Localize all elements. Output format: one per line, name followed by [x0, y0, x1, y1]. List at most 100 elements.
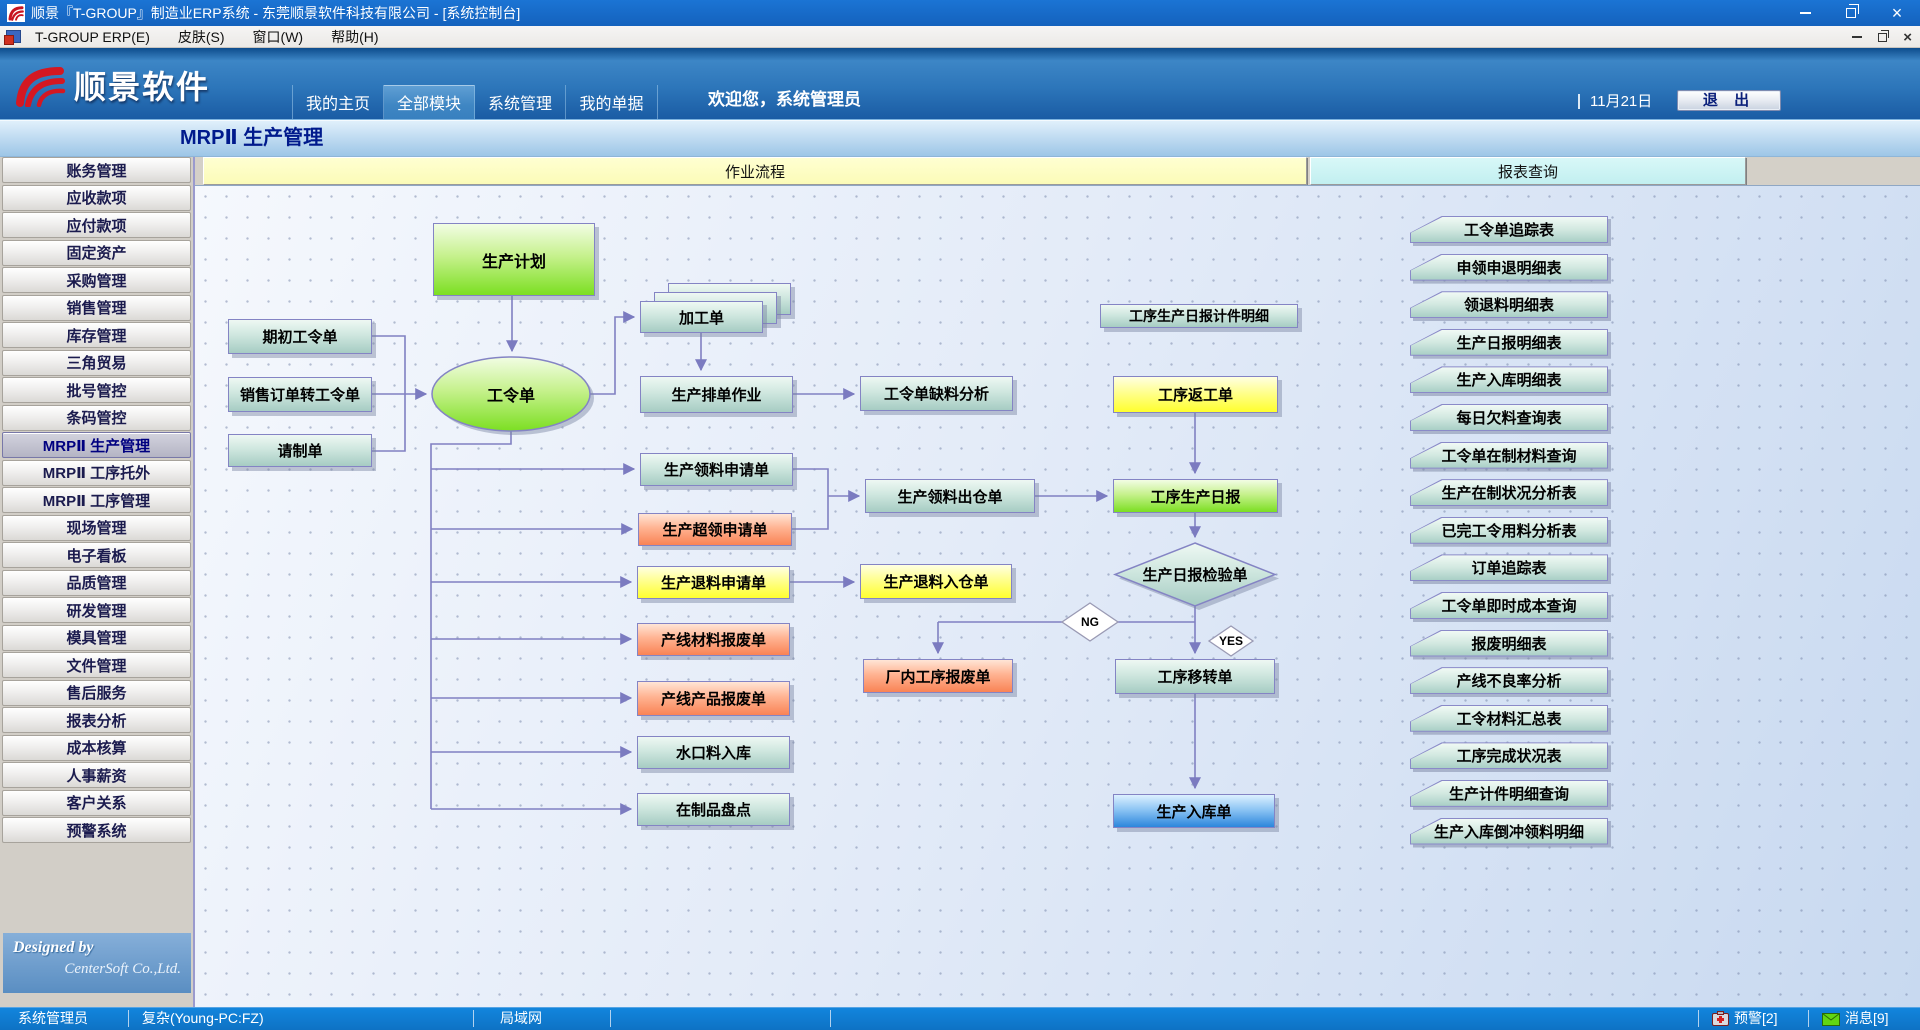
flow-node-factory-process-scrap[interactable]: 厂内工序报废单: [863, 659, 1013, 693]
report-button[interactable]: 工令材料汇总表: [1410, 705, 1608, 732]
close-icon[interactable]: ×: [1874, 0, 1920, 26]
report-button[interactable]: 工令单在制材料查询: [1410, 442, 1608, 469]
exit-button[interactable]: 退 出: [1677, 90, 1781, 111]
flow-node-shortage-analysis[interactable]: 工令单缺料分析: [860, 376, 1013, 411]
sidebar-item[interactable]: 三角贸易: [2, 350, 191, 376]
nav-tab[interactable]: 系统管理: [475, 85, 566, 119]
sidebar-item-label: 库存管理: [66, 325, 126, 346]
sidebar-item[interactable]: 售后服务: [2, 680, 191, 706]
nav-tab[interactable]: 全部模块: [384, 85, 475, 119]
report-button[interactable]: 工序完成状况表: [1410, 742, 1608, 769]
minimize-icon[interactable]: [1782, 0, 1828, 26]
sidebar-item[interactable]: 条码管控: [2, 405, 191, 431]
flow-node-nozzle-material-in[interactable]: 水口料入库: [637, 736, 790, 769]
report-button[interactable]: 报废明细表: [1410, 630, 1608, 657]
report-button[interactable]: 生产入库倒冲领料明细: [1410, 818, 1608, 845]
sidebar-item[interactable]: 应收款项: [2, 185, 191, 211]
sidebar-item-label: MRPⅡ 生产管理: [43, 435, 150, 456]
mdi-close-icon[interactable]: ×: [1903, 30, 1912, 45]
sidebar-item[interactable]: MRPⅡ 生产管理: [2, 432, 191, 458]
report-button[interactable]: 领退料明细表: [1410, 291, 1608, 318]
sidebar-item[interactable]: 库存管理: [2, 322, 191, 348]
nav-tab-label: 我的单据: [579, 90, 643, 114]
sidebar-item[interactable]: 批号管控: [2, 377, 191, 403]
sidebar-item-label: MRPⅡ 工序管理: [43, 490, 150, 511]
report-button[interactable]: 工令单即时成本查询: [1410, 592, 1608, 619]
flow-node-return-receipt[interactable]: 生产退料入仓单: [860, 564, 1012, 599]
sidebar-item[interactable]: 账务管理: [2, 157, 191, 183]
flow-node-production-plan[interactable]: 生产计划: [433, 223, 595, 296]
flow-node-line-material-scrap[interactable]: 产线材料报废单: [637, 623, 790, 656]
mdi-minimize-icon[interactable]: [1852, 36, 1862, 38]
flow-node-piecework-detail[interactable]: 工序生产日报计件明细: [1100, 304, 1298, 328]
report-button[interactable]: 已完工令用料分析表: [1410, 517, 1608, 544]
flow-node-wip-stocktake[interactable]: 在制品盘点: [637, 793, 790, 826]
menu-item[interactable]: 窗口(W): [239, 26, 318, 48]
report-button[interactable]: 产线不良率分析: [1410, 667, 1608, 694]
flow-node-material-issue[interactable]: 生产领料出仓单: [865, 479, 1035, 513]
sidebar-item[interactable]: 现场管理: [2, 515, 191, 541]
status-separator: [128, 1010, 129, 1027]
sidebar-item[interactable]: MRPⅡ 工序托外: [2, 460, 191, 486]
report-button[interactable]: 申领申退明细表: [1410, 254, 1608, 281]
status-separator: [1808, 1010, 1809, 1027]
flow-node-process-daily-report[interactable]: 工序生产日报: [1113, 479, 1278, 513]
report-button[interactable]: 生产计件明细查询: [1410, 780, 1608, 807]
flow-node-sales-order-to-work-order[interactable]: 销售订单转工令单: [228, 377, 372, 412]
flow-node-return-request[interactable]: 生产退料申请单: [637, 566, 790, 599]
nav-tab-label: 我的主页: [306, 90, 370, 114]
sidebar-item[interactable]: 文件管理: [2, 652, 191, 678]
company-text: CenterSoft Co.,Ltd.: [13, 961, 181, 978]
flow-node-process-transfer[interactable]: 工序移转单: [1115, 659, 1275, 694]
sidebar-item[interactable]: 人事薪资: [2, 762, 191, 788]
menu-item[interactable]: 皮肤(S): [164, 26, 239, 48]
sidebar-item[interactable]: 成本核算: [2, 735, 191, 761]
flow-node-material-request[interactable]: 生产领料申请单: [640, 453, 793, 486]
flow-node-work-order[interactable]: 工令单: [432, 357, 590, 431]
report-button-label: 订单追踪表: [1411, 555, 1607, 580]
report-button[interactable]: 每日欠料查询表: [1410, 404, 1608, 431]
sidebar-item[interactable]: 预警系统: [2, 817, 191, 843]
nav-tab[interactable]: 我的主页: [293, 85, 384, 119]
flow-node-production-receipt[interactable]: 生产入库单: [1113, 794, 1275, 828]
sidebar-item[interactable]: 品质管理: [2, 570, 191, 596]
sidebar-item[interactable]: 固定资产: [2, 240, 191, 266]
sidebar-item-label: MRPⅡ 工序托外: [43, 462, 150, 483]
report-button[interactable]: 生产在制状况分析表: [1410, 479, 1608, 506]
menu-item[interactable]: 帮助(H): [317, 26, 392, 48]
sidebar-item[interactable]: 电子看板: [2, 542, 191, 568]
flow-node-scheduling[interactable]: 生产排单作业: [640, 376, 793, 413]
status-alert[interactable]: 预警[2]: [1712, 1007, 1778, 1030]
report-button[interactable]: 生产入库明细表: [1410, 366, 1608, 393]
menu-item[interactable]: T-GROUP ERP(E): [21, 26, 164, 48]
report-button[interactable]: 订单追踪表: [1410, 554, 1608, 581]
flow-node-process-rework[interactable]: 工序返工单: [1113, 376, 1278, 413]
sidebar-item[interactable]: 应付款项: [2, 212, 191, 238]
flow-node-production-request[interactable]: 请制单: [228, 434, 372, 467]
flow-node-line-product-scrap[interactable]: 产线产品报废单: [637, 681, 790, 716]
brand-name: 顺景软件: [74, 62, 210, 108]
status-message[interactable]: 消息[9]: [1822, 1007, 1889, 1030]
flow-node-process-order[interactable]: 加工单: [640, 301, 763, 333]
report-button-label: 每日欠料查询表: [1411, 405, 1607, 430]
sidebar-item-label: 批号管控: [66, 380, 126, 401]
status-machine: 复杂(Young-PC:FZ): [142, 1007, 264, 1030]
nav-tab[interactable]: 我的单据: [566, 85, 657, 119]
sidebar-item[interactable]: MRPⅡ 工序管理: [2, 487, 191, 513]
sidebar-item[interactable]: 采购管理: [2, 267, 191, 293]
sidebar-item[interactable]: 研发管理: [2, 597, 191, 623]
flow-label-ng: NG: [1062, 603, 1118, 641]
sidebar-item-label: 成本核算: [66, 737, 126, 758]
sidebar-item[interactable]: 客户关系: [2, 790, 191, 816]
mdi-restore-icon[interactable]: [1878, 33, 1887, 42]
section-header-reports: 报表查询: [1310, 157, 1746, 185]
sidebar-item[interactable]: 报表分析: [2, 707, 191, 733]
flow-node-daily-inspection[interactable]: 生产日报检验单: [1115, 543, 1275, 606]
sidebar-item[interactable]: 模具管理: [2, 625, 191, 651]
flow-node-initial-work-order[interactable]: 期初工令单: [228, 319, 372, 354]
restore-icon[interactable]: [1828, 0, 1874, 26]
report-button[interactable]: 工令单追踪表: [1410, 216, 1608, 243]
sidebar-item[interactable]: 销售管理: [2, 295, 191, 321]
report-button[interactable]: 生产日报明细表: [1410, 329, 1608, 356]
flow-node-over-request[interactable]: 生产超领申请单: [638, 513, 792, 546]
